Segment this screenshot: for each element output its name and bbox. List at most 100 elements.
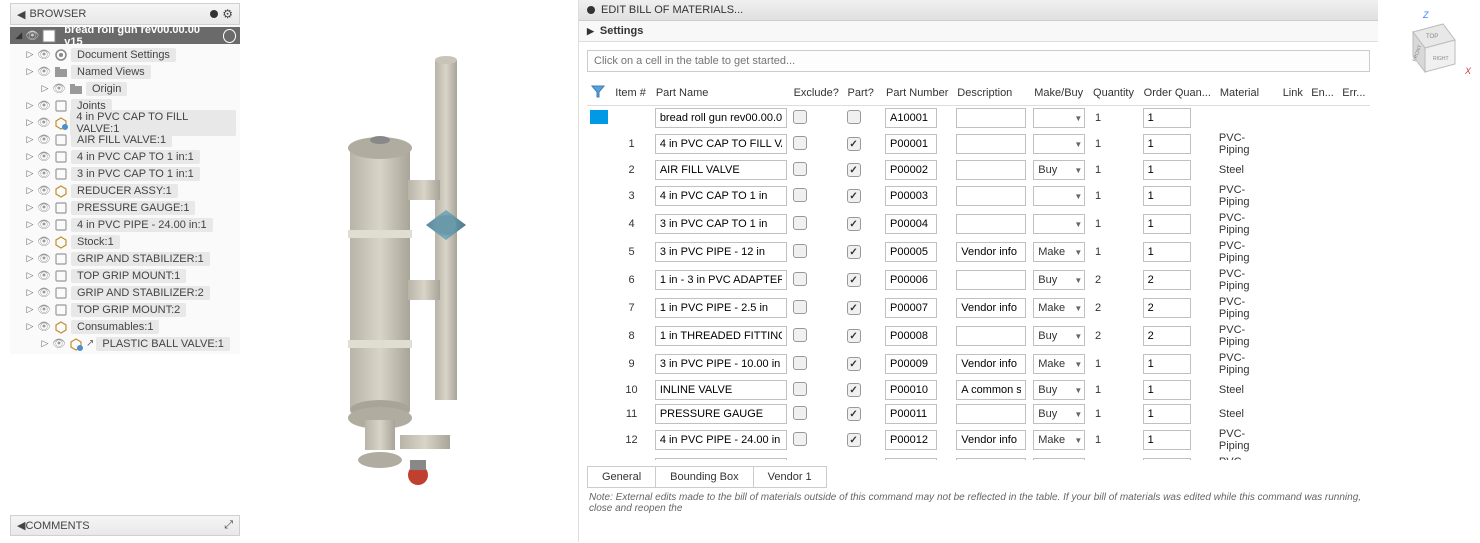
expand-icon[interactable]: ⤢ [224, 519, 233, 532]
select-makebuy[interactable]: Buy▼ [1033, 380, 1085, 400]
checkbox-exclude[interactable] [793, 188, 807, 202]
tree-item[interactable]: ▷👁4 in PVC CAP TO 1 in:1 [10, 148, 240, 165]
checkbox-part[interactable] [847, 357, 861, 371]
settings-toggle[interactable]: ▶ Settings [579, 21, 1378, 42]
cell-description[interactable] [956, 404, 1026, 424]
select-makebuy[interactable]: Buy▼ [1033, 160, 1085, 180]
cell-description[interactable] [956, 134, 1026, 154]
tab-vendor-1[interactable]: Vendor 1 [754, 466, 827, 488]
expand-icon[interactable]: ▷ [25, 253, 35, 264]
cell-description[interactable] [956, 186, 1026, 206]
col-en[interactable]: En... [1307, 80, 1338, 106]
tab-bounding-box[interactable]: Bounding Box [656, 466, 754, 488]
expand-icon[interactable]: ▷ [25, 134, 35, 145]
eye-icon[interactable]: 👁 [37, 150, 51, 163]
expand-icon[interactable]: ▷ [25, 202, 35, 213]
checkbox-exclude[interactable] [793, 406, 807, 420]
options-icon[interactable] [587, 6, 595, 14]
eye-icon[interactable]: 👁 [52, 82, 66, 95]
checkbox-part[interactable] [847, 110, 861, 124]
checkbox-exclude[interactable] [793, 382, 807, 396]
tree-item[interactable]: ▷👁Consumables:1 [10, 318, 240, 335]
expand-icon[interactable]: ▷ [25, 66, 35, 77]
expand-icon[interactable]: ▷ [40, 338, 50, 349]
eye-icon[interactable]: 👁 [37, 133, 51, 146]
col-quantity[interactable]: Quantity [1089, 80, 1140, 106]
eye-icon[interactable]: 👁 [37, 303, 51, 316]
refresh-icon[interactable] [223, 29, 236, 43]
cell-partnumber[interactable] [885, 404, 937, 424]
select-makebuy[interactable]: ▼ [1033, 108, 1085, 128]
cell-orderqty[interactable] [1143, 298, 1191, 318]
checkbox-part[interactable] [847, 189, 861, 203]
expand-icon[interactable]: ▷ [25, 287, 35, 298]
eye-icon[interactable]: 👁 [37, 235, 51, 248]
expand-icon[interactable]: ▷ [25, 151, 35, 162]
select-makebuy[interactable]: Buy▼ [1033, 326, 1085, 346]
cell-orderqty[interactable] [1143, 326, 1191, 346]
expand-icon[interactable]: ▷ [25, 304, 35, 315]
cell-orderqty[interactable] [1143, 134, 1191, 154]
select-makebuy[interactable]: ▼ [1033, 134, 1085, 154]
cell-partname[interactable] [655, 108, 787, 128]
checkbox-part[interactable] [847, 407, 861, 421]
cell-orderqty[interactable] [1143, 458, 1191, 460]
tree-item[interactable]: ▷👁TOP GRIP MOUNT:1 [10, 267, 240, 284]
col-part-q[interactable]: Part? [844, 80, 882, 106]
eye-icon[interactable]: 👁 [37, 286, 51, 299]
select-makebuy[interactable]: Buy▼ [1033, 404, 1085, 424]
cell-partname[interactable] [655, 298, 787, 318]
checkbox-part[interactable] [847, 137, 861, 151]
select-makebuy[interactable]: ▼ [1033, 186, 1085, 206]
col-exclude[interactable]: Exclude? [790, 80, 844, 106]
tree-item[interactable]: ▷👁Document Settings [10, 46, 240, 63]
cell-partnumber[interactable] [885, 354, 937, 374]
cell-partname[interactable] [655, 186, 787, 206]
filter-icon[interactable] [591, 84, 605, 98]
expand-icon[interactable]: ▷ [25, 321, 35, 332]
checkbox-exclude[interactable] [793, 162, 807, 176]
col-material[interactable]: Material [1216, 80, 1279, 106]
cell-partname[interactable] [655, 270, 787, 290]
col-err[interactable]: Err... [1338, 80, 1370, 106]
cell-partname[interactable] [655, 380, 787, 400]
col-description[interactable]: Description [953, 80, 1030, 106]
checkbox-exclude[interactable] [793, 356, 807, 370]
select-makebuy[interactable]: Make▼ [1033, 242, 1085, 262]
cell-partname[interactable] [655, 214, 787, 234]
cell-description[interactable] [956, 160, 1026, 180]
cell-orderqty[interactable] [1143, 404, 1191, 424]
cell-description[interactable] [956, 354, 1026, 374]
select-makebuy[interactable]: Buy▼ [1033, 270, 1085, 290]
checkbox-exclude[interactable] [793, 300, 807, 314]
checkbox-exclude[interactable] [793, 216, 807, 230]
expand-icon[interactable]: ▷ [25, 117, 35, 128]
cell-partnumber[interactable] [885, 214, 937, 234]
tree-item[interactable]: ▷👁PRESSURE GAUGE:1 [10, 199, 240, 216]
expand-icon[interactable]: ▷ [25, 236, 35, 247]
eye-icon[interactable]: 👁 [37, 320, 51, 333]
browser-header[interactable]: ◀ BROWSER ⚙ [10, 3, 240, 25]
col-link[interactable]: Link [1279, 80, 1308, 106]
eye-icon[interactable]: 👁 [37, 48, 51, 61]
cell-description[interactable] [956, 108, 1026, 128]
comments-bar[interactable]: ◀ COMMENTS ⤢ [10, 515, 240, 536]
cell-orderqty[interactable] [1143, 354, 1191, 374]
checkbox-exclude[interactable] [793, 272, 807, 286]
cell-description[interactable] [956, 326, 1026, 346]
eye-icon[interactable]: 👁 [52, 337, 66, 350]
tree-item[interactable]: ▷👁GRIP AND STABILIZER:2 [10, 284, 240, 301]
tree-item[interactable]: ▷👁4 in PVC PIPE - 24.00 in:1 [10, 216, 240, 233]
expand-icon[interactable]: ▷ [25, 49, 35, 60]
cell-description[interactable] [956, 430, 1026, 450]
expand-icon[interactable]: ▷ [25, 168, 35, 179]
cell-orderqty[interactable] [1143, 242, 1191, 262]
col-partname[interactable]: Part Name [652, 80, 790, 106]
eye-icon[interactable]: 👁 [37, 65, 51, 78]
tree-item[interactable]: ▷👁3 in PVC CAP TO 1 in:1 [10, 165, 240, 182]
cell-partname[interactable] [655, 458, 787, 460]
checkbox-part[interactable] [847, 329, 861, 343]
select-makebuy[interactable]: ▼ [1033, 214, 1085, 234]
eye-icon[interactable]: 👁 [37, 184, 51, 197]
cell-partnumber[interactable] [885, 270, 937, 290]
